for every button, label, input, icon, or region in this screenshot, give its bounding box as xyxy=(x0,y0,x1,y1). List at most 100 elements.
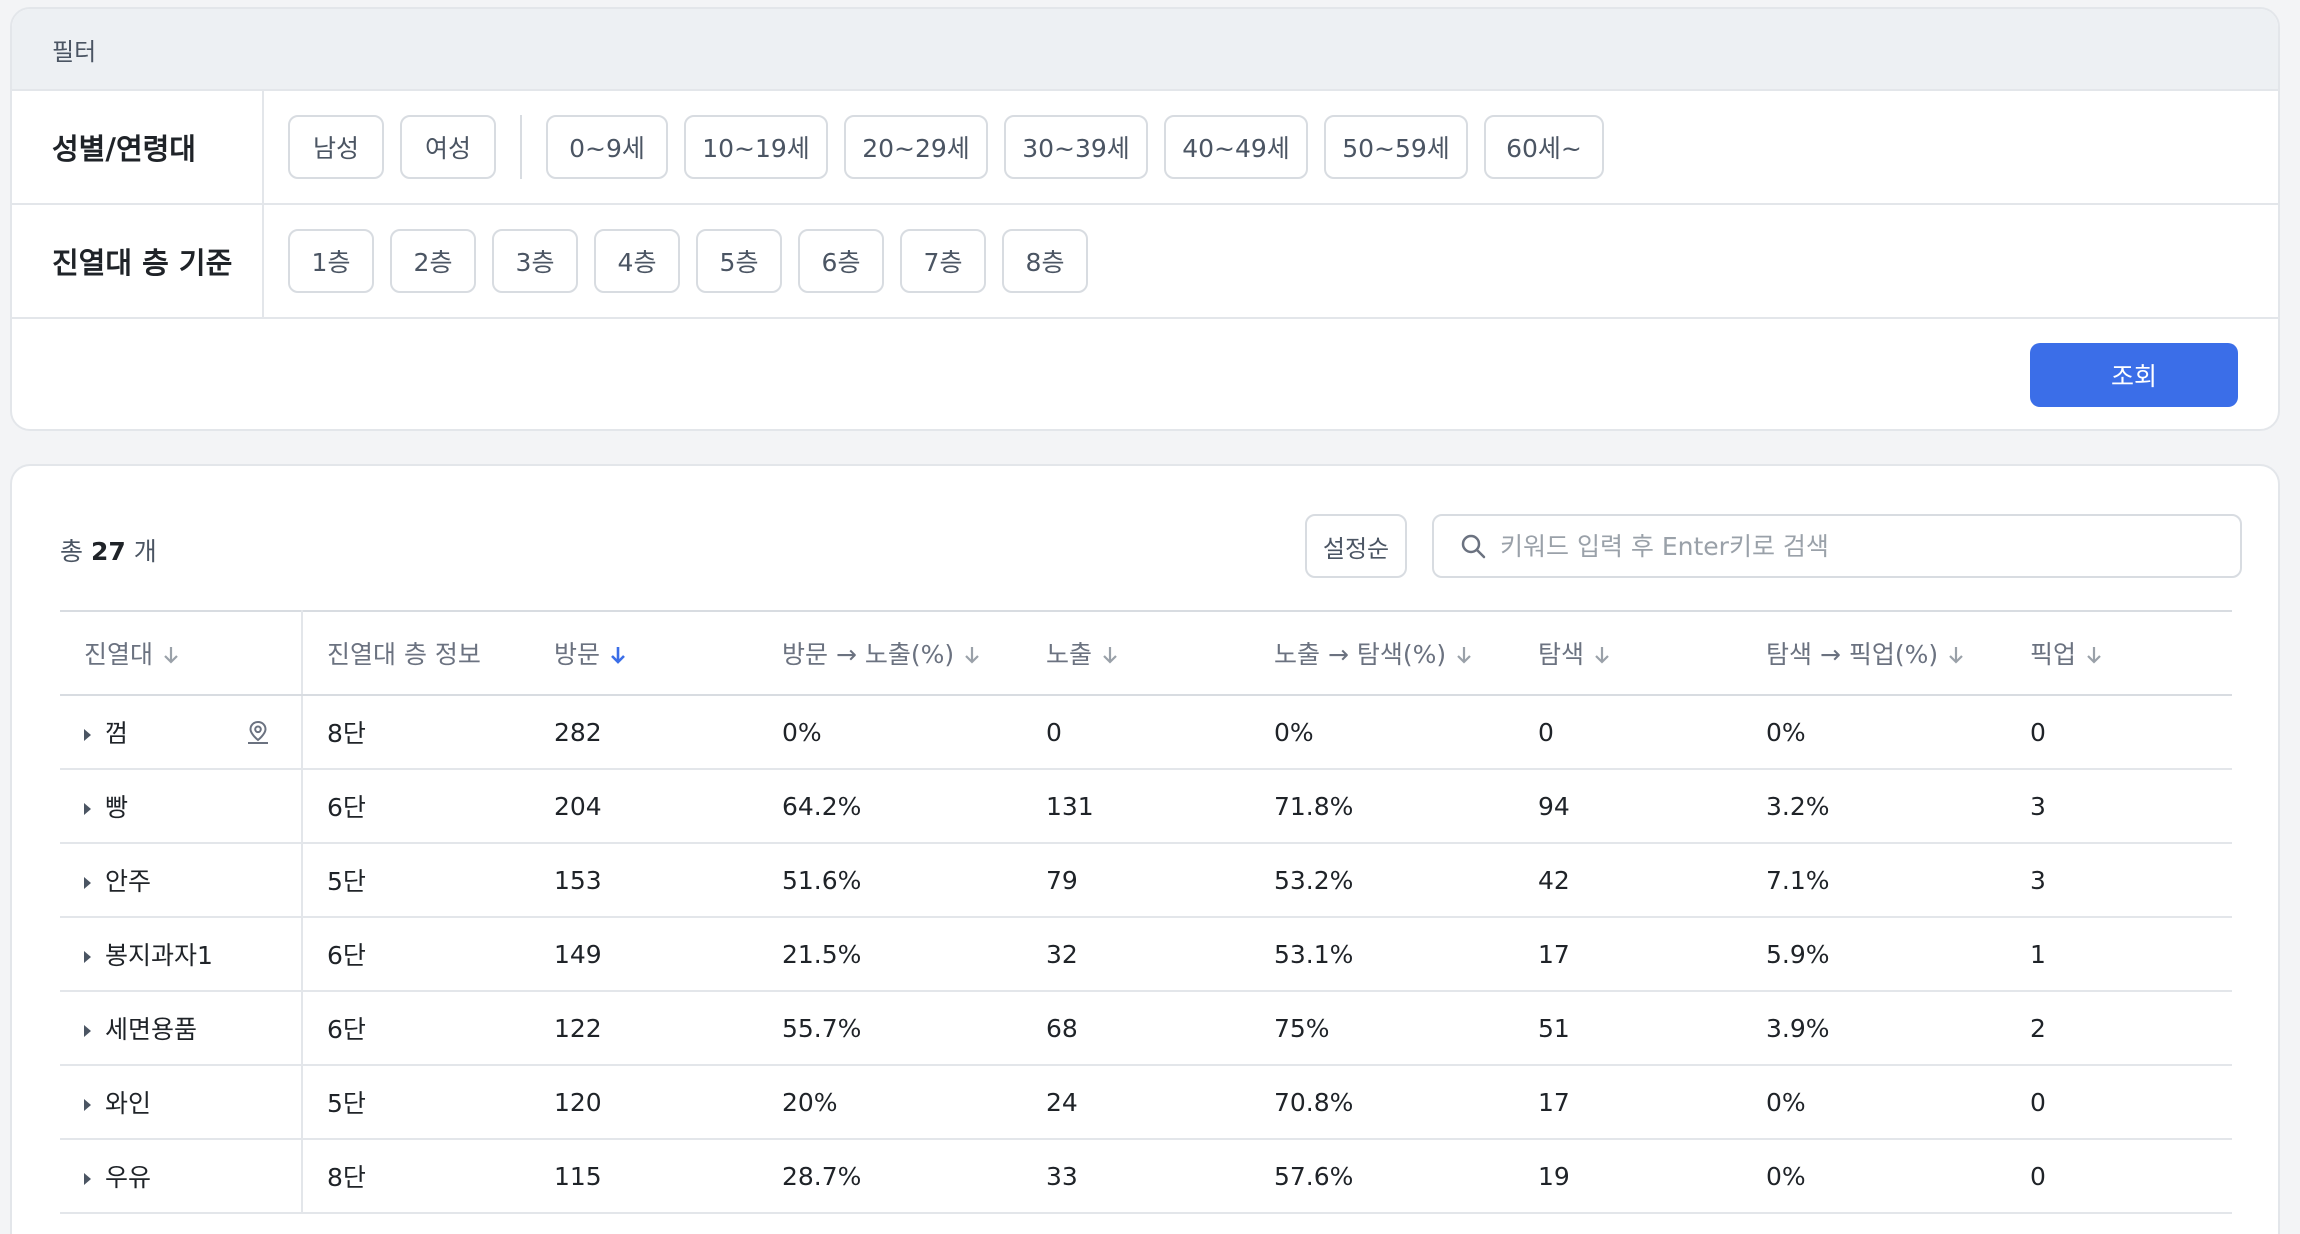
cell-explore: 42 xyxy=(1514,843,1742,918)
col-label: 진열대 층 정보 xyxy=(327,640,481,669)
cell-pickup: 3 xyxy=(2006,769,2232,844)
cell-pickup: 3 xyxy=(2006,843,2232,918)
col-exposure-to-explore[interactable]: 노출 → 탐색(%) xyxy=(1250,610,1514,696)
floor-label: 진열대 층 기준 xyxy=(12,205,264,317)
expand-caret-icon[interactable] xyxy=(84,951,91,963)
search-box[interactable] xyxy=(1432,514,2242,578)
col-label: 픽업 xyxy=(2030,640,2077,669)
cell-floor: 6단 xyxy=(302,769,530,844)
chip-floor-1[interactable]: 1층 xyxy=(288,229,374,293)
cell-shelf[interactable]: 껌 xyxy=(60,695,303,770)
sort-arrow-icon[interactable] xyxy=(1456,642,1472,671)
sort-arrow-icon[interactable] xyxy=(1594,642,1610,671)
expand-caret-icon[interactable] xyxy=(84,803,91,815)
map-pin-icon[interactable] xyxy=(245,719,271,745)
sort-arrow-active-icon[interactable] xyxy=(610,642,626,671)
search-submit-button[interactable]: 조회 xyxy=(2030,343,2238,407)
cell-shelf[interactable]: 세면용품 xyxy=(60,991,303,1066)
table-row[interactable]: 세면용품 6단 122 55.7% 68 75% 51 3.9% 2 xyxy=(60,991,2232,1066)
col-exposure[interactable]: 노출 xyxy=(1022,610,1250,696)
chip-age-40-49[interactable]: 40~49세 xyxy=(1164,115,1308,179)
expand-caret-icon[interactable] xyxy=(84,1099,91,1111)
table-row[interactable]: 봉지과자1 6단 149 21.5% 32 53.1% 17 5.9% 1 xyxy=(60,917,2232,992)
cell-pickup: 2 xyxy=(2006,991,2232,1066)
results-toolbar: 총 27 개 설정순 xyxy=(12,466,2278,606)
table-row[interactable]: 우유 8단 115 28.7% 33 57.6% 19 0% 0 xyxy=(60,1139,2232,1214)
total-suffix: 개 xyxy=(133,537,157,566)
chip-age-60-plus[interactable]: 60세~ xyxy=(1484,115,1604,179)
cell-explore-pickup: 0% xyxy=(1742,1065,2006,1140)
cell-floor: 6단 xyxy=(302,991,530,1066)
cell-explore-pickup: 7.1% xyxy=(1742,843,2006,918)
cell-visit-exposure: 51.6% xyxy=(758,843,1022,918)
sort-button[interactable]: 설정순 xyxy=(1305,514,1407,578)
cell-shelf[interactable]: 빵 xyxy=(60,769,303,844)
col-explore[interactable]: 탐색 xyxy=(1514,610,1742,696)
cell-explore: 17 xyxy=(1514,1065,1742,1140)
col-visit[interactable]: 방문 xyxy=(530,610,758,696)
cell-explore: 0 xyxy=(1514,695,1742,770)
cell-explore-pickup: 3.2% xyxy=(1742,769,2006,844)
chip-female[interactable]: 여성 xyxy=(400,115,496,179)
total-number: 27 xyxy=(90,537,126,566)
cell-visit: 122 xyxy=(530,991,758,1066)
results-table: 진열대 진열대 층 정보 방문 방문 → 노출(%) 노출 노출 → 탐색(%)… xyxy=(60,610,2232,1214)
cell-visit: 120 xyxy=(530,1065,758,1140)
filter-panel: 필터 성별/연령대 남성 여성 0~9세 10~19세 20~29세 30~39… xyxy=(10,7,2280,431)
shelf-name: 와인 xyxy=(105,1089,152,1118)
col-explore-to-pickup[interactable]: 탐색 → 픽업(%) xyxy=(1742,610,2006,696)
cell-floor: 5단 xyxy=(302,843,530,918)
sort-arrow-icon[interactable] xyxy=(1948,642,1964,671)
cell-pickup: 0 xyxy=(2006,1065,2232,1140)
chip-floor-4[interactable]: 4층 xyxy=(594,229,680,293)
cell-visit-exposure: 21.5% xyxy=(758,917,1022,992)
sort-arrow-icon[interactable] xyxy=(163,642,179,671)
expand-caret-icon[interactable] xyxy=(84,729,91,741)
shelf-name: 안주 xyxy=(105,867,152,896)
table-row[interactable]: 와인 5단 120 20% 24 70.8% 17 0% 0 xyxy=(60,1065,2232,1140)
chip-age-0-9[interactable]: 0~9세 xyxy=(546,115,668,179)
col-label: 노출 xyxy=(1046,640,1093,669)
cell-visit: 115 xyxy=(530,1139,758,1214)
col-shelf-floor: 진열대 층 정보 xyxy=(302,610,530,696)
sort-arrow-icon[interactable] xyxy=(964,642,980,671)
cell-shelf[interactable]: 봉지과자1 xyxy=(60,917,303,992)
expand-caret-icon[interactable] xyxy=(84,1025,91,1037)
chip-male[interactable]: 남성 xyxy=(288,115,384,179)
sort-arrow-icon[interactable] xyxy=(2086,642,2102,671)
cell-shelf[interactable]: 안주 xyxy=(60,843,303,918)
table-row[interactable]: 안주 5단 153 51.6% 79 53.2% 42 7.1% 3 xyxy=(60,843,2232,918)
chip-age-20-29[interactable]: 20~29세 xyxy=(844,115,988,179)
chip-floor-3[interactable]: 3층 xyxy=(492,229,578,293)
cell-shelf[interactable]: 우유 xyxy=(60,1139,303,1214)
cell-pickup: 0 xyxy=(2006,695,2232,770)
cell-exposure: 33 xyxy=(1022,1139,1250,1214)
cell-explore-pickup: 0% xyxy=(1742,695,2006,770)
col-shelf[interactable]: 진열대 xyxy=(60,610,303,696)
col-pickup[interactable]: 픽업 xyxy=(2006,610,2232,696)
total-count: 총 27 개 xyxy=(60,532,157,568)
cell-shelf[interactable]: 와인 xyxy=(60,1065,303,1140)
expand-caret-icon[interactable] xyxy=(84,877,91,889)
chip-age-30-39[interactable]: 30~39세 xyxy=(1004,115,1148,179)
col-label: 방문 → 노출(%) xyxy=(782,640,955,669)
expand-caret-icon[interactable] xyxy=(84,1173,91,1185)
col-visit-to-exposure[interactable]: 방문 → 노출(%) xyxy=(758,610,1022,696)
chip-age-50-59[interactable]: 50~59세 xyxy=(1324,115,1468,179)
chip-floor-2[interactable]: 2층 xyxy=(390,229,476,293)
search-input[interactable] xyxy=(1500,516,2240,576)
cell-visit-exposure: 28.7% xyxy=(758,1139,1022,1214)
table-row[interactable]: 껌 8단 282 0% 0 0% 0 0% 0 xyxy=(60,695,2232,770)
chip-age-10-19[interactable]: 10~19세 xyxy=(684,115,828,179)
col-label: 탐색 → 픽업(%) xyxy=(1766,640,1939,669)
chip-floor-7[interactable]: 7층 xyxy=(900,229,986,293)
chip-floor-6[interactable]: 6층 xyxy=(798,229,884,293)
cell-explore-pickup: 0% xyxy=(1742,1139,2006,1214)
chip-floor-5[interactable]: 5층 xyxy=(696,229,782,293)
cell-pickup: 0 xyxy=(2006,1139,2232,1214)
chip-floor-8[interactable]: 8층 xyxy=(1002,229,1088,293)
sort-arrow-icon[interactable] xyxy=(1102,642,1118,671)
cell-exposure: 32 xyxy=(1022,917,1250,992)
table-row[interactable]: 빵 6단 204 64.2% 131 71.8% 94 3.2% 3 xyxy=(60,769,2232,844)
cell-visit: 282 xyxy=(530,695,758,770)
